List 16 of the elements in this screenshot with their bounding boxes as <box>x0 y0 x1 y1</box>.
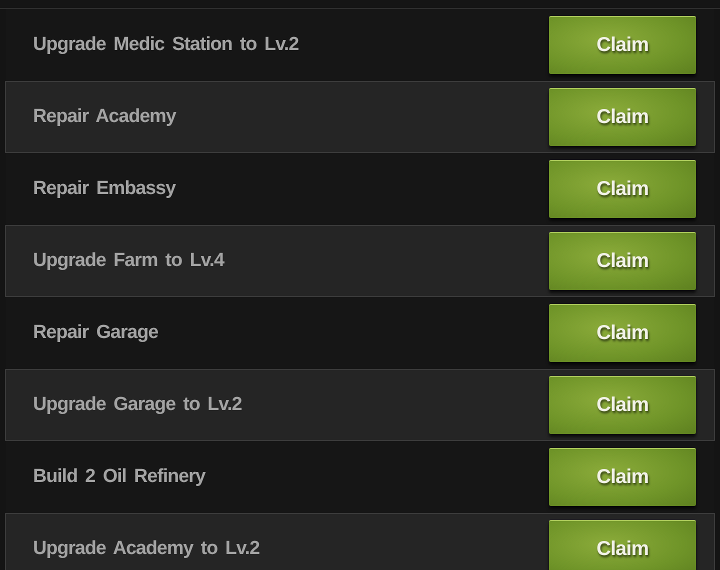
task-label: Build 2 Oil Refinery <box>33 466 206 488</box>
task-label: Upgrade Medic Station to Lv.2 <box>33 34 299 56</box>
claim-button[interactable]: Claim <box>549 376 696 434</box>
claim-button[interactable]: Claim <box>549 448 696 506</box>
task-label: Upgrade Garage to Lv.2 <box>33 394 242 416</box>
claim-button[interactable]: Claim <box>549 304 696 362</box>
task-label: Repair Embassy <box>33 178 176 200</box>
claim-button[interactable]: Claim <box>549 232 696 290</box>
claim-button[interactable]: Claim <box>549 88 696 146</box>
claim-button[interactable]: Claim <box>549 16 696 74</box>
claim-button[interactable]: Claim <box>549 160 696 218</box>
claim-button[interactable]: Claim <box>549 520 696 570</box>
task-label: Upgrade Academy to Lv.2 <box>33 538 260 560</box>
task-label: Repair Garage <box>33 322 158 344</box>
task-label: Upgrade Farm to Lv.4 <box>33 250 224 272</box>
task-label: Repair Academy <box>33 106 176 128</box>
